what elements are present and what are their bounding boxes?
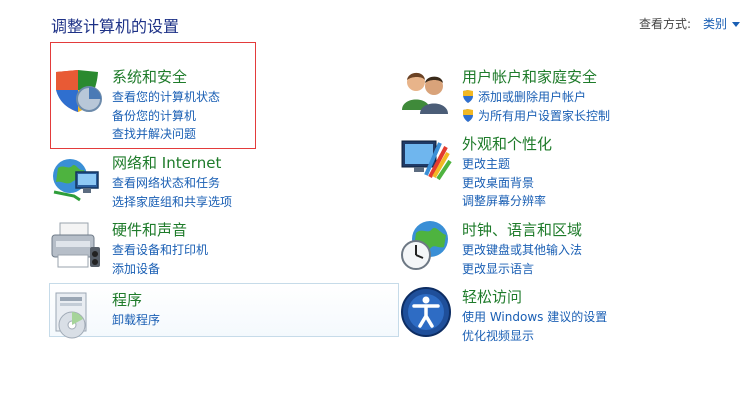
link-change-display-language[interactable]: 更改显示语言 — [462, 260, 582, 279]
category-title[interactable]: 时钟、语言和区域 — [462, 219, 582, 240]
link-windows-recommended-settings[interactable]: 使用 Windows 建议的设置 — [462, 308, 607, 327]
link-change-input-method[interactable]: 更改键盘或其他输入法 — [462, 241, 582, 260]
category-title[interactable]: 用户帐户和家庭安全 — [462, 66, 597, 87]
view-by: 查看方式: 类别 — [639, 15, 740, 32]
clock-globe-icon — [401, 221, 448, 270]
link-homegroup-sharing[interactable]: 选择家庭组和共享选项 — [112, 193, 232, 212]
link-screen-resolution[interactable]: 调整屏幕分辨率 — [462, 192, 546, 211]
link-parental-controls-label[interactable]: 为所有用户设置家长控制 — [478, 109, 610, 123]
link-view-computer-status[interactable]: 查看您的计算机状态 — [112, 88, 220, 107]
view-by-value[interactable]: 类别 — [703, 17, 727, 31]
link-devices-printers[interactable]: 查看设备和打印机 — [112, 241, 208, 260]
view-by-dropdown[interactable]: 类别 — [703, 17, 740, 31]
view-by-label: 查看方式: — [638, 17, 691, 31]
ease-of-access-icon — [401, 287, 451, 337]
users-icon — [402, 72, 448, 114]
link-parental-controls[interactable]: 为所有用户设置家长控制 — [462, 107, 610, 126]
page-title: 调整计算机的设置 — [51, 17, 180, 36]
link-add-remove-accounts[interactable]: 添加或删除用户帐户 — [462, 88, 610, 107]
link-optimize-video-display[interactable]: 优化视频显示 — [462, 327, 607, 346]
display-palette-icon — [401, 140, 452, 181]
link-network-status[interactable]: 查看网络状态和任务 — [112, 174, 232, 193]
uac-shield-icon — [463, 108, 473, 122]
category-title[interactable]: 系统和安全 — [112, 66, 187, 87]
link-uninstall-program[interactable]: 卸载程序 — [112, 311, 160, 330]
category-title[interactable]: 轻松访问 — [462, 286, 522, 307]
shield-icon — [56, 70, 102, 112]
printer-icon — [51, 222, 100, 268]
programs-icon — [55, 292, 87, 339]
chevron-down-icon[interactable] — [732, 22, 740, 27]
category-title[interactable]: 外观和个性化 — [462, 133, 552, 154]
link-add-device[interactable]: 添加设备 — [112, 260, 208, 279]
category-title[interactable]: 硬件和声音 — [112, 219, 187, 240]
category-title[interactable]: 网络和 Internet — [112, 152, 221, 173]
link-backup-computer[interactable]: 备份您的计算机 — [112, 107, 220, 126]
link-change-theme[interactable]: 更改主题 — [462, 155, 546, 174]
link-troubleshoot[interactable]: 查找并解决问题 — [112, 125, 220, 144]
globe-network-icon — [53, 159, 99, 202]
uac-shield-icon — [463, 90, 473, 103]
category-title[interactable]: 程序 — [112, 289, 142, 310]
link-change-background[interactable]: 更改桌面背景 — [462, 174, 546, 193]
link-add-remove-accounts-label[interactable]: 添加或删除用户帐户 — [478, 90, 586, 104]
